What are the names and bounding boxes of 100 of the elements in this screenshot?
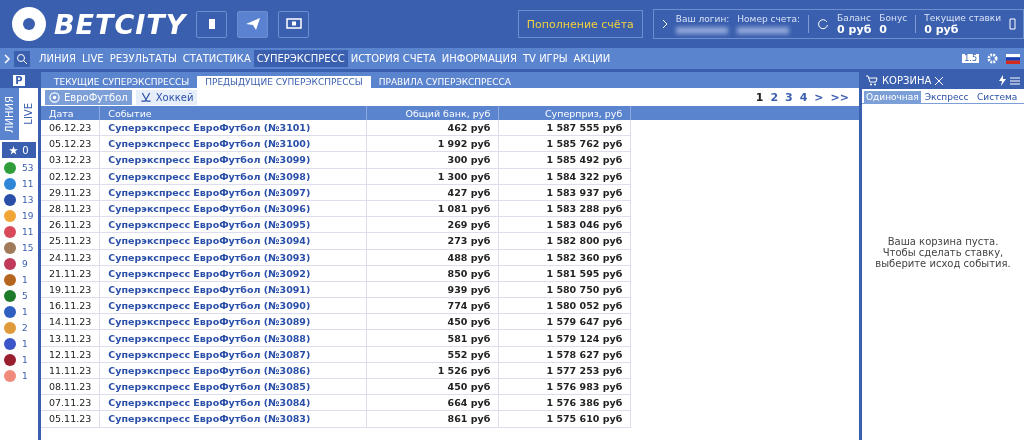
event-link[interactable]: Суперэкспресс ЕвроФутбол (№3085) xyxy=(99,378,367,395)
bonus-value: 0 xyxy=(879,24,888,35)
event-link[interactable]: Суперэкспресс ЕвроФутбол (№3087) xyxy=(99,346,367,363)
event-link[interactable]: Суперэкспресс ЕвроФутбол (№3096) xyxy=(99,200,367,217)
sport-count: 1 xyxy=(22,355,28,365)
prize-cell: 1 576 386 руб xyxy=(498,394,631,411)
page-link[interactable]: 3 xyxy=(785,90,793,104)
odds-format-badge[interactable]: 1.5 xyxy=(962,54,979,63)
bank-cell: 939 руб xyxy=(366,281,499,298)
nav-link[interactable]: ИСТОРИЯ СЧЕТА xyxy=(347,50,439,67)
event-link[interactable]: Суперэкспресс ЕвроФутбол (№3091) xyxy=(99,281,367,298)
event-link[interactable]: Суперэкспресс ЕвроФутбол (№3101) xyxy=(99,120,367,136)
prize-cell: 1 575 610 руб xyxy=(498,410,631,428)
favorites-button[interactable]: 0 xyxy=(2,142,36,158)
sport-item[interactable]: 9 xyxy=(0,256,38,272)
sport-count: 1 xyxy=(22,307,28,317)
p-badge[interactable]: P xyxy=(13,74,25,86)
nav-link[interactable]: LIVE xyxy=(78,50,107,67)
account-label: Номер счета: xyxy=(737,14,801,25)
prize-cell: 1 583 046 руб xyxy=(498,216,631,233)
event-link[interactable]: Суперэкспресс ЕвроФутбол (№3099) xyxy=(99,151,367,169)
prize-cell: 1 583 288 руб xyxy=(498,200,631,217)
prize-cell: 1 585 762 руб xyxy=(498,135,631,152)
tab[interactable]: ТЕКУЩИЕ СУПЕРЭКСПРЕССЫ xyxy=(46,76,198,88)
prize-cell: 1 579 647 руб xyxy=(498,313,631,330)
bank-cell: 552 руб xyxy=(366,346,499,363)
nav-link[interactable]: СУПЕРЭКСПРЕСС xyxy=(253,50,348,67)
bank-cell: 1 081 руб xyxy=(366,200,499,217)
prize-cell: 1 580 750 руб xyxy=(498,281,631,298)
sport-item[interactable]: 1 xyxy=(0,368,38,384)
sport-item[interactable]: 19 xyxy=(0,208,38,224)
page-link[interactable]: >> xyxy=(830,90,849,104)
side-tab[interactable]: ЛИНИЯ xyxy=(0,88,19,140)
sport-count: 11 xyxy=(22,227,34,237)
event-link[interactable]: Суперэкспресс ЕвроФутбол (№3086) xyxy=(99,362,367,379)
event-link[interactable]: Суперэкспресс ЕвроФутбол (№3090) xyxy=(99,297,367,314)
lightning-icon xyxy=(999,75,1006,86)
bank-cell: 581 руб xyxy=(366,329,499,347)
event-link[interactable]: Суперэкспресс ЕвроФутбол (№3083) xyxy=(99,410,367,428)
event-link[interactable]: Суперэкспресс ЕвроФутбол (№3084) xyxy=(99,394,367,411)
prize-cell: 1 582 360 руб xyxy=(498,249,631,266)
nav-link[interactable]: TV ИГРЫ xyxy=(520,50,571,67)
sport-item[interactable]: 1 xyxy=(0,336,38,352)
sport-item[interactable]: 15 xyxy=(0,240,38,256)
prize-cell: 1 584 322 руб xyxy=(498,168,631,185)
sport-item[interactable]: 11 xyxy=(0,224,38,240)
bonus-label: Бонус xyxy=(879,13,908,24)
tv-button[interactable] xyxy=(278,10,310,38)
sport-item[interactable]: 2 xyxy=(0,320,38,336)
event-link[interactable]: Суперэкспресс ЕвроФутбол (№3098) xyxy=(99,168,367,185)
sport-count: 13 xyxy=(22,195,34,205)
nav-link[interactable]: ЛИНИЯ xyxy=(36,50,79,67)
event-link[interactable]: Суперэкспресс ЕвроФутбол (№3100) xyxy=(99,135,367,152)
sport-item[interactable]: 11 xyxy=(0,176,38,192)
event-link[interactable]: Суперэкспресс ЕвроФутбол (№3092) xyxy=(99,265,367,282)
nav-link[interactable]: АКЦИИ xyxy=(570,50,614,67)
ball-icon xyxy=(49,91,60,103)
prize-cell: 1 579 124 руб xyxy=(498,329,631,347)
page-link[interactable]: > xyxy=(814,90,824,104)
date-cell: 19.11.23 xyxy=(41,281,100,298)
sport-count: 1 xyxy=(22,371,28,381)
sport-item[interactable]: 1 xyxy=(0,272,38,288)
event-link[interactable]: Суперэкспресс ЕвроФутбол (№3093) xyxy=(99,249,367,266)
cart-tab[interactable]: Система xyxy=(972,91,1022,103)
sport-filter[interactable]: Хоккей xyxy=(135,89,198,105)
nav-link[interactable]: СТАТИСТИКА xyxy=(179,50,254,67)
bank-cell: 1 300 руб xyxy=(366,168,499,185)
telegram-button[interactable] xyxy=(237,10,269,38)
event-link[interactable]: Суперэкспресс ЕвроФутбол (№3094) xyxy=(99,232,367,249)
tab[interactable]: ПРАВИЛА СУПЕРЭКСПРЕССА xyxy=(370,76,519,88)
cart-tab[interactable]: Экспресс xyxy=(921,91,972,103)
column-header: Суперприз, руб xyxy=(498,106,631,120)
bank-cell: 488 руб xyxy=(366,249,499,266)
event-link[interactable]: Суперэкспресс ЕвроФутбол (№3088) xyxy=(99,329,367,347)
page-link[interactable]: 1 xyxy=(755,90,764,104)
nav-link[interactable]: ИНФОРМАЦИЯ xyxy=(438,50,520,67)
page-link[interactable]: 2 xyxy=(770,90,779,104)
event-link[interactable]: Суперэкспресс ЕвроФутбол (№3095) xyxy=(99,216,367,233)
event-link[interactable]: Суперэкспресс ЕвроФутбол (№3097) xyxy=(99,184,367,201)
empty-cart-message: Ваша корзина пуста. Чтобы сделать ставку, выберите исход события. xyxy=(874,235,1012,269)
chevron-icon xyxy=(661,19,668,29)
date-cell: 16.11.23 xyxy=(41,297,100,314)
cart-icon xyxy=(866,75,878,86)
sport-item[interactable]: 1 xyxy=(0,304,38,320)
date-cell: 11.11.23 xyxy=(41,362,100,379)
phone-button[interactable] xyxy=(196,10,228,38)
tab[interactable]: ПРЕДЫДУЩИЕ СУПЕРЭКСПРЕССЫ xyxy=(197,76,371,88)
page-link[interactable]: 4 xyxy=(799,90,808,104)
sport-item[interactable]: 5 xyxy=(0,288,38,304)
deposit-button[interactable]: Пополнение счёта xyxy=(517,10,643,38)
nav-link[interactable]: РЕЗУЛЬТАТЫ xyxy=(106,50,180,67)
sport-item[interactable]: 1 xyxy=(0,352,38,368)
bank-cell: 774 руб xyxy=(366,297,499,314)
sport-count: 19 xyxy=(22,211,34,221)
sport-item[interactable]: 53 xyxy=(0,160,38,176)
prize-cell: 1 582 800 руб xyxy=(498,232,631,249)
date-cell: 03.12.23 xyxy=(41,151,100,169)
sport-item[interactable]: 13 xyxy=(0,192,38,208)
bets-label: Текущие ставки xyxy=(924,13,1001,24)
event-link[interactable]: Суперэкспресс ЕвроФутбол (№3089) xyxy=(99,313,367,330)
